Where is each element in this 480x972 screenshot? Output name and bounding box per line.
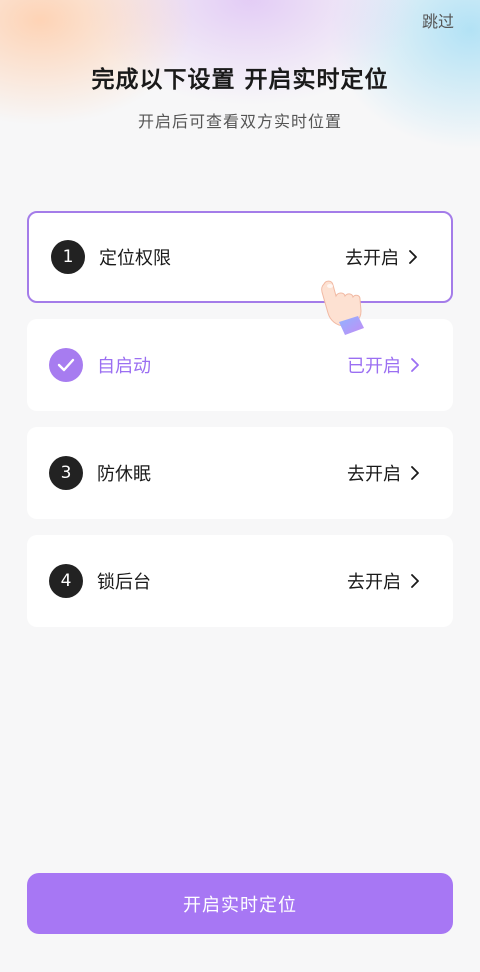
page-title: 完成以下设置 开启实时定位 bbox=[91, 67, 389, 93]
step-label: 防休眠 bbox=[97, 464, 151, 485]
step-action[interactable]: 去开启 bbox=[345, 244, 417, 270]
step-action-label: 已开启 bbox=[347, 356, 401, 377]
step-card-auto-start[interactable]: 自启动 已开启 bbox=[27, 319, 453, 411]
step-action-label: 去开启 bbox=[345, 248, 399, 269]
step-action-label: 去开启 bbox=[347, 464, 401, 485]
step-number-badge: 1 bbox=[51, 240, 85, 274]
enable-realtime-location-button[interactable]: 开启实时定位 bbox=[27, 873, 453, 934]
chevron-right-icon bbox=[411, 466, 419, 480]
step-label: 定位权限 bbox=[99, 248, 171, 269]
step-label: 自启动 bbox=[97, 356, 151, 377]
step-label: 锁后台 bbox=[97, 572, 151, 593]
step-number-badge: 4 bbox=[49, 564, 83, 598]
step-action[interactable]: 去开启 bbox=[347, 460, 419, 486]
step-card-location-permission[interactable]: 1 定位权限 去开启 bbox=[27, 211, 453, 303]
pointing-hand-icon bbox=[321, 280, 364, 335]
skip-button[interactable]: 跳过 bbox=[422, 8, 454, 32]
check-icon bbox=[49, 348, 83, 382]
step-action[interactable]: 去开启 bbox=[347, 568, 419, 594]
step-action-label: 去开启 bbox=[347, 572, 401, 593]
page-subtitle: 开启后可查看双方实时位置 bbox=[137, 112, 342, 131]
step-card-lock-background[interactable]: 4 锁后台 去开启 bbox=[27, 535, 453, 627]
chevron-right-icon bbox=[411, 574, 419, 588]
step-action[interactable]: 已开启 bbox=[347, 352, 419, 378]
chevron-right-icon bbox=[411, 358, 419, 372]
step-card-prevent-sleep[interactable]: 3 防休眠 去开启 bbox=[27, 427, 453, 519]
step-number-badge: 3 bbox=[49, 456, 83, 490]
chevron-right-icon bbox=[409, 250, 417, 264]
